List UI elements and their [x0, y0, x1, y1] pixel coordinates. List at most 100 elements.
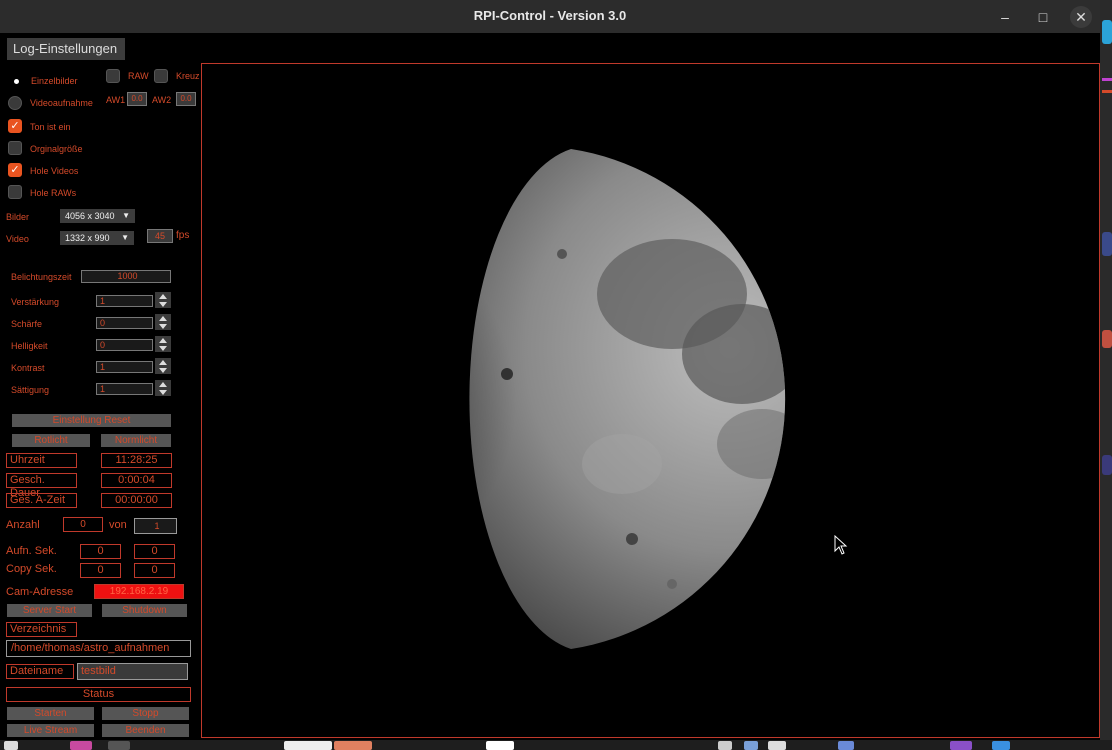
window-titlebar[interactable]: RPI-Control - Version 3.0 – □ ✕ [0, 0, 1100, 33]
desktop-icon[interactable] [1102, 20, 1112, 44]
hole-raws-checkbox[interactable] [8, 185, 22, 199]
taskbar-app-icon[interactable] [768, 741, 786, 750]
taskbar-app-icon[interactable] [486, 741, 514, 750]
minimize-icon[interactable]: – [994, 6, 1016, 28]
dauer-label: Gesch. Dauer [6, 473, 77, 499]
kreuz-label: Kreuz [176, 71, 200, 81]
live-stream-button[interactable]: Live Stream [7, 724, 94, 737]
normlicht-button[interactable]: Normlicht [101, 434, 171, 447]
beenden-button[interactable]: Beenden [102, 724, 189, 737]
verstaerkung-label: Verstärkung [11, 297, 60, 307]
window-title: RPI-Control - Version 3.0 [473, 8, 627, 23]
close-icon[interactable]: ✕ [1070, 6, 1092, 28]
uhrzeit-value: 11:28:25 [101, 453, 172, 468]
chevron-down-icon: ▼ [121, 233, 129, 242]
schaerfe-label: Schärfe [11, 319, 43, 329]
spin-up-icon[interactable] [159, 316, 167, 321]
von-label: von [109, 519, 127, 531]
cam-adresse-label: Cam-Adresse [6, 586, 74, 598]
aufn-sek-value-1: 0 [80, 544, 121, 559]
taskbar-app-icon[interactable] [744, 741, 758, 750]
kontrast-input[interactable]: 1 [96, 361, 153, 373]
desktop-icon[interactable] [1102, 330, 1112, 348]
taskbar-app-icon[interactable] [950, 741, 972, 750]
bilder-resolution-dropdown[interactable]: 4056 x 3040 ▼ [60, 209, 135, 223]
helligkeit-input[interactable]: 0 [96, 339, 153, 351]
screen: RPI-Control - Version 3.0 – □ ✕ Log-Eins… [0, 0, 1112, 750]
aw2-input[interactable]: 0.0 [176, 92, 196, 106]
stopp-button[interactable]: Stopp [102, 707, 189, 720]
spin-up-icon[interactable] [159, 294, 167, 299]
anzahl-value: 0 [63, 517, 103, 532]
shutdown-button[interactable]: Shutdown [102, 604, 187, 617]
aw2-label: AW2 [152, 95, 172, 105]
raw-checkbox[interactable] [106, 69, 120, 83]
ton-label: Ton ist ein [30, 122, 71, 132]
dateiname-input[interactable]: testbild [77, 663, 188, 680]
dauer-value: 0:00:04 [101, 473, 172, 488]
cam-adresse-input[interactable]: 192.168.2.19 [94, 584, 184, 599]
fps-input[interactable]: 45 [147, 229, 173, 243]
taskbar-app-icon[interactable] [992, 741, 1010, 750]
verzeichnis-label: Verzeichnis [6, 622, 77, 637]
von-input[interactable]: 1 [134, 518, 177, 534]
desktop-icon[interactable] [1102, 232, 1112, 256]
app-area: Log-Einstellungen Einzelbilder Videoaufn… [0, 33, 1100, 740]
saettigung-input[interactable]: 1 [96, 383, 153, 395]
ton-checkbox[interactable]: ✓ [8, 119, 22, 133]
rotlicht-button[interactable]: Rotlicht [12, 434, 90, 447]
taskbar-app-icon[interactable] [838, 741, 854, 750]
server-start-button[interactable]: Server Start [7, 604, 92, 617]
azeit-value: 00:00:00 [101, 493, 172, 508]
kontrast-label: Kontrast [11, 363, 45, 373]
original-size-label: Orginalgröße [30, 144, 83, 154]
hole-videos-checkbox[interactable]: ✓ [8, 163, 22, 177]
spin-up-icon[interactable] [159, 382, 167, 387]
bilder-resolution-value: 4056 x 3040 [65, 211, 115, 221]
aw1-input[interactable]: 0.0 [127, 92, 147, 106]
log-settings-button[interactable]: Log-Einstellungen [7, 38, 125, 60]
belichtungszeit-label: Belichtungszeit [11, 272, 72, 282]
fps-unit: fps [176, 230, 190, 241]
taskbar-app-icon[interactable] [284, 741, 332, 750]
taskbar-app-icon[interactable] [108, 741, 130, 750]
mouse-cursor-icon [834, 535, 848, 555]
spin-down-icon[interactable] [159, 390, 167, 395]
spin-down-icon[interactable] [159, 368, 167, 373]
desktop-background-strip [1100, 0, 1112, 740]
belichtungszeit-input[interactable]: 1000 [81, 270, 171, 283]
original-size-checkbox[interactable] [8, 141, 22, 155]
bilder-label: Bilder [6, 212, 30, 222]
desktop-icon-bar [1102, 90, 1112, 93]
video-label: Video [6, 234, 29, 244]
kreuz-checkbox[interactable] [154, 69, 168, 83]
copy-sek-value-1: 0 [80, 563, 121, 578]
taskbar-app-icon[interactable] [70, 741, 92, 750]
desktop-icon-bar [1102, 78, 1112, 81]
saettigung-label: Sättigung [11, 385, 50, 395]
spin-down-icon[interactable] [159, 302, 167, 307]
camera-preview[interactable] [201, 63, 1100, 738]
spin-down-icon[interactable] [159, 346, 167, 351]
copy-sek-value-2: 0 [134, 563, 175, 578]
spin-down-icon[interactable] [159, 324, 167, 329]
einzelbilder-radio[interactable] [9, 74, 23, 88]
einzelbilder-label: Einzelbilder [31, 76, 78, 86]
desktop-icon[interactable] [1102, 455, 1112, 475]
maximize-icon[interactable]: □ [1032, 6, 1054, 28]
uhrzeit-label: Uhrzeit [6, 453, 77, 468]
verzeichnis-input[interactable]: /home/thomas/astro_aufnahmen [6, 640, 191, 657]
taskbar-app-icon[interactable] [718, 741, 732, 750]
spin-up-icon[interactable] [159, 338, 167, 343]
schaerfe-input[interactable]: 0 [96, 317, 153, 329]
video-resolution-dropdown[interactable]: 1332 x 990 ▼ [60, 231, 134, 245]
taskbar-app-icon[interactable] [334, 741, 372, 750]
starten-button[interactable]: Starten [7, 707, 94, 720]
reset-button[interactable]: Einstellung Reset [12, 414, 171, 427]
videoaufnahme-radio[interactable] [8, 96, 22, 110]
hole-raws-label: Hole RAWs [30, 188, 77, 198]
taskbar-app-icon[interactable] [4, 741, 18, 750]
raw-label: RAW [128, 71, 149, 81]
verstaerkung-input[interactable]: 1 [96, 295, 153, 307]
spin-up-icon[interactable] [159, 360, 167, 365]
